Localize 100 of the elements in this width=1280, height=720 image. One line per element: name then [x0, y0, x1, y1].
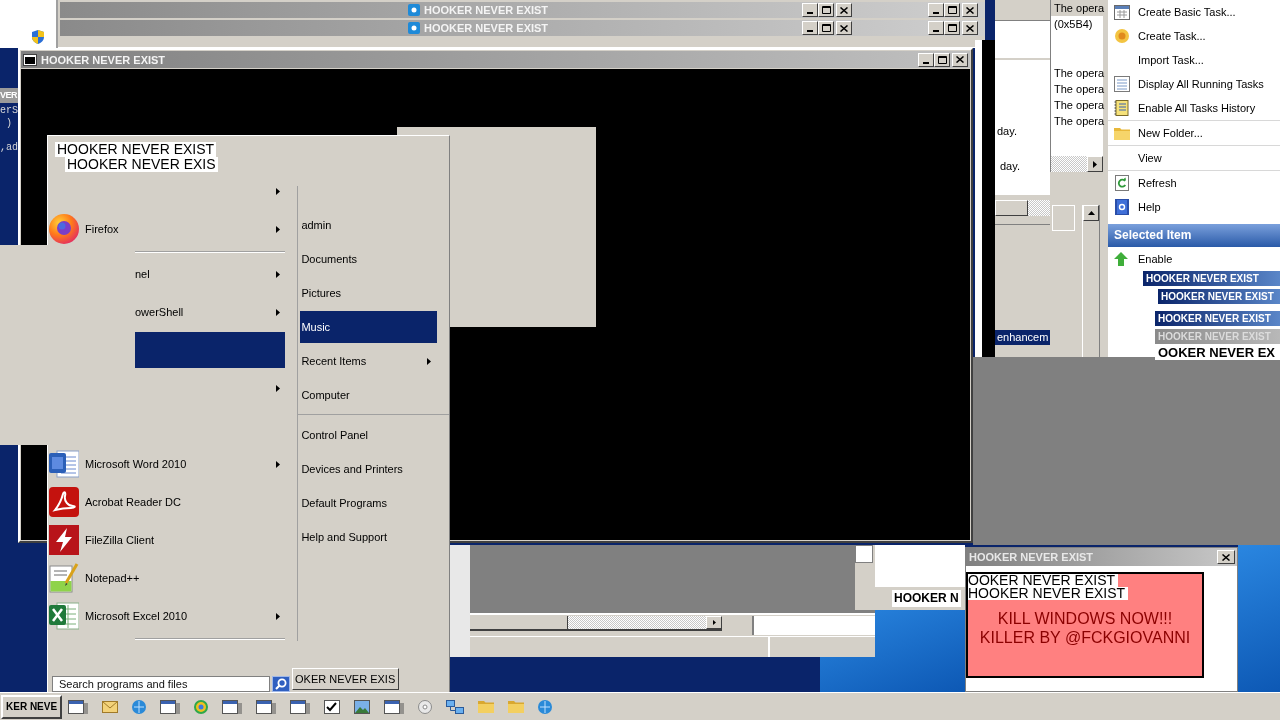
close-button[interactable] — [836, 3, 852, 17]
menu-item[interactable]: Devices and Printers — [300, 453, 438, 485]
window-icon[interactable] — [290, 699, 311, 714]
console-text: erS — [0, 105, 18, 117]
task-icon — [1114, 28, 1130, 44]
action-item[interactable]: Display All Running Tasks — [1108, 72, 1280, 96]
calendar-icon — [1114, 4, 1130, 20]
action-item[interactable]: View — [1108, 146, 1280, 170]
minimize-button[interactable] — [928, 21, 944, 35]
network-icon[interactable] — [446, 699, 465, 714]
minimize-icon — [933, 30, 939, 32]
console-text: ) — [5, 118, 12, 130]
horizontal-scrollbar[interactable] — [1051, 156, 1103, 172]
log-row[interactable]: The opera — [1051, 81, 1103, 97]
checklist-icon[interactable] — [324, 699, 341, 714]
close-button[interactable] — [962, 3, 978, 17]
minimize-icon — [807, 12, 813, 14]
minimize-button[interactable] — [802, 3, 818, 17]
menu-item[interactable]: nel — [135, 256, 285, 292]
search-icon — [275, 678, 287, 690]
action-item[interactable]: Create Task... — [1108, 24, 1280, 48]
maximize-button[interactable] — [818, 3, 834, 17]
menu-item[interactable]: FileZilla Client — [48, 522, 285, 558]
menu-item[interactable]: Default Programs — [300, 487, 438, 519]
list-row[interactable]: enhancem — [995, 330, 1050, 345]
window-icon[interactable] — [222, 699, 243, 714]
horizontal-scrollbar[interactable] — [470, 616, 722, 631]
action-item[interactable]: Enable All Tasks History — [1108, 96, 1280, 120]
close-icon — [956, 56, 964, 63]
text-field[interactable] — [1052, 205, 1075, 231]
picture-icon[interactable] — [354, 699, 371, 714]
log-row[interactable]: The opera — [1051, 65, 1103, 81]
menu-item[interactable]: Firefox — [48, 211, 285, 247]
maximize-button[interactable] — [944, 3, 960, 17]
menu-item[interactable]: Notepad++ — [48, 560, 285, 596]
close-button[interactable] — [952, 52, 968, 67]
log-row[interactable]: The opera — [1051, 113, 1103, 129]
window-icon[interactable] — [384, 699, 405, 714]
minimize-button[interactable] — [802, 21, 818, 35]
action-item[interactable]: Create Basic Task... — [1108, 0, 1280, 24]
maximize-button[interactable] — [934, 52, 950, 67]
action-item[interactable]: New Folder... — [1108, 121, 1280, 145]
action-item[interactable]: Import Task... — [1108, 48, 1280, 72]
shield-icon — [32, 30, 44, 44]
menu-item[interactable]: Control Panel — [300, 419, 438, 451]
scroll-right-button[interactable] — [1087, 156, 1103, 172]
log-row[interactable]: (0x5B4) — [1051, 16, 1103, 32]
search-field[interactable]: Search programs and files — [52, 676, 270, 692]
action-item[interactable]: Enable — [1108, 247, 1280, 271]
log-row[interactable]: The opera — [1051, 0, 1103, 16]
up-arrow-icon — [1114, 252, 1128, 266]
maximize-icon — [947, 24, 957, 32]
menu-item[interactable]: Computer — [300, 379, 438, 411]
close-icon — [966, 6, 974, 14]
scroll-right-button[interactable] — [706, 616, 722, 629]
menu-item[interactable]: Help and Support — [300, 521, 438, 553]
minimize-button[interactable] — [918, 52, 934, 67]
menu-item[interactable]: Recent Items — [300, 345, 438, 377]
envelope-icon[interactable] — [102, 700, 119, 713]
menu-item[interactable]: admin — [300, 209, 438, 241]
menu-item[interactable]: Microsoft Word 2010 — [48, 446, 285, 482]
close-button[interactable] — [1217, 550, 1235, 564]
maximize-button[interactable] — [818, 21, 834, 35]
horizontal-scrollbar[interactable] — [995, 200, 1050, 216]
overlay-label: HOOKER NEVER EXIS — [65, 157, 218, 172]
menu-item[interactable]: Music — [300, 311, 438, 343]
window-caption: OKER NEVER EXIS — [292, 668, 400, 690]
scroll-up-button[interactable] — [1083, 205, 1099, 221]
window-icon[interactable] — [256, 699, 277, 714]
window-icon[interactable] — [68, 699, 89, 714]
close-button[interactable] — [836, 21, 852, 35]
window-title-bar: HOOKER NEVER EXIST — [1158, 289, 1280, 304]
browser-icon — [49, 214, 79, 244]
menu-item[interactable]: Acrobat Reader DC — [48, 484, 285, 520]
taskbar-button[interactable]: KER NEVE — [1, 694, 63, 719]
action-item[interactable]: Refresh — [1108, 171, 1280, 195]
window-title: HOOKER NEVER EXIST — [424, 22, 549, 34]
action-item[interactable]: Help — [1108, 195, 1280, 219]
window-title: HOOKER NEVER EXIST — [424, 4, 549, 16]
message-text: KILL WINDOWS NOW!!! — [997, 609, 1173, 628]
up-arrow-icon — [1087, 211, 1095, 215]
menu-item[interactable]: owerShell — [135, 294, 285, 330]
search-button[interactable] — [272, 676, 290, 692]
menu-item[interactable]: Documents — [300, 243, 438, 275]
menu-item[interactable]: Microsoft Excel 2010 — [48, 598, 285, 634]
history-text: day. — [996, 124, 1018, 138]
window-icon[interactable] — [160, 699, 181, 714]
ring-icon[interactable] — [194, 699, 209, 714]
menu-item[interactable]: Pictures — [300, 277, 438, 309]
maximize-icon — [821, 6, 831, 14]
input-field[interactable] — [752, 616, 875, 635]
close-button[interactable] — [962, 21, 978, 35]
app-icon — [408, 4, 420, 16]
disc-icon[interactable] — [418, 699, 433, 714]
vertical-scrollbar[interactable] — [1082, 205, 1100, 357]
log-row[interactable]: The opera — [1051, 97, 1103, 113]
right-arrow-icon — [1093, 160, 1097, 168]
maximize-button[interactable] — [944, 21, 960, 35]
minimize-icon — [933, 12, 939, 14]
minimize-button[interactable] — [928, 3, 944, 17]
